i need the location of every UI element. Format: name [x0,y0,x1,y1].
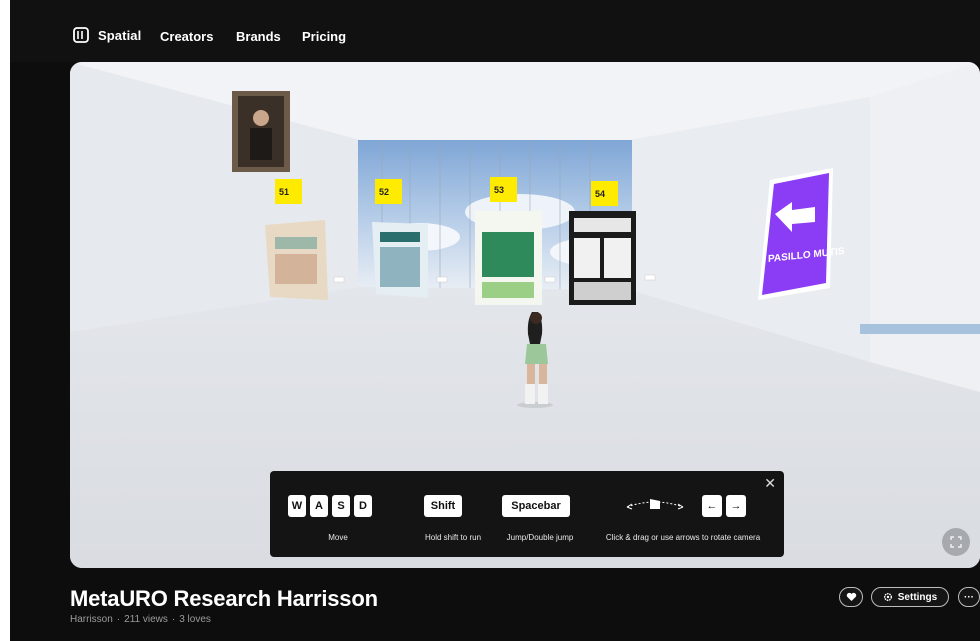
window-strip [860,324,980,334]
directional-sign [758,168,833,300]
spatial-logo-icon [73,27,89,43]
settings-button[interactable]: Settings [871,587,949,607]
poster-tag-54: 54 [591,181,618,206]
space-title: MetaURO Research Harrisson [70,586,378,611]
poster-tag-51: 51 [275,179,302,204]
settings-label: Settings [897,591,938,603]
expand-icon [950,536,962,548]
love-button[interactable] [839,587,863,607]
key-d: D [354,495,372,517]
poster-51 [265,220,328,300]
key-w: W [288,495,306,517]
close-icon[interactable]: ✕ [764,475,776,492]
key-a: A [310,495,328,517]
nav-link-brands[interactable]: Brands [236,29,281,44]
brand-name: Spatial [98,27,142,43]
brand-logo[interactable]: Spatial [72,26,141,44]
heart-icon [846,592,856,601]
3d-viewer[interactable]: 51 52 53 54 PASILLO MUTIS ✕ W A S D Shif… [70,62,980,568]
poster-tag-52: 52 [375,179,402,204]
label-run: Hold shift to run [424,533,482,542]
poster-52 [372,222,428,298]
label-move: Move [328,533,348,542]
poster-53 [475,211,542,305]
drag-rotate-icon [626,499,684,510]
label-jump: Jump/Double jump [506,533,574,542]
key-arrow-left: ← [702,495,722,517]
creator-name[interactable]: Harrisson [70,614,113,625]
more-options-button[interactable]: ··· [958,587,980,607]
page-margin [0,0,10,641]
poster-54 [569,211,636,305]
nav-link-pricing[interactable]: Pricing [302,29,346,44]
love-count: 3 loves [179,614,211,625]
label-camera: Click & drag or use arrows to rotate cam… [605,533,761,542]
key-spacebar: Spacebar [502,495,570,517]
view-count: 211 views [124,614,168,625]
gear-icon [883,593,892,601]
poster-tag-53: 53 [490,177,517,202]
key-shift: Shift [424,495,462,517]
controls-overlay: ✕ W A S D Shift Spacebar ← → Move Hold s… [270,471,784,557]
key-arrow-right: → [726,495,746,517]
key-s: S [332,495,350,517]
nav-link-creators[interactable]: Creators [160,29,213,44]
space-meta: Harrisson · 211 views · 3 loves [70,614,211,625]
fullscreen-button[interactable] [942,528,970,556]
top-nav: Spatial Creators Brands Pricing [10,0,980,62]
